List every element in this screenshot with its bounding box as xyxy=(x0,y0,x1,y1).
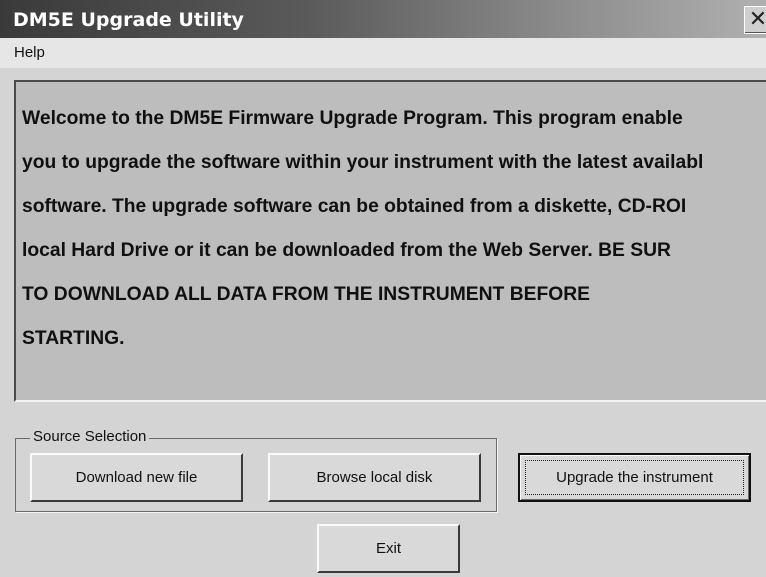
welcome-message: Welcome to the DM5E Firmware Upgrade Pro… xyxy=(22,86,766,372)
message-line: Welcome to the DM5E Firmware Upgrade Pro… xyxy=(22,108,683,129)
upgrade-instrument-label: Upgrade the instrument xyxy=(556,469,713,486)
close-button[interactable]: ✕ xyxy=(744,6,766,34)
message-line: software. The upgrade software can be ob… xyxy=(22,196,687,217)
message-line: local Hard Drive or it can be downloaded… xyxy=(22,240,671,261)
close-icon: ✕ xyxy=(748,6,766,31)
exit-button[interactable]: Exit xyxy=(317,524,460,573)
download-new-file-button[interactable]: Download new file xyxy=(30,453,243,502)
message-line: TO DOWNLOAD ALL DATA FROM THE INSTRUMENT… xyxy=(22,284,591,305)
exit-label: Exit xyxy=(375,540,401,557)
title-bar[interactable]: DM5E Upgrade Utility ✕ xyxy=(0,0,766,38)
source-selection-label: Source Selection xyxy=(30,428,150,445)
upgrade-utility-window: DM5E Upgrade Utility ✕ Help Welcome to t… xyxy=(0,0,766,577)
browse-local-disk-label: Browse local disk xyxy=(316,469,433,486)
menu-help[interactable]: Help xyxy=(14,44,45,61)
download-new-file-label: Download new file xyxy=(75,469,198,486)
window-title: DM5E Upgrade Utility xyxy=(13,9,244,31)
welcome-message-box: Welcome to the DM5E Firmware Upgrade Pro… xyxy=(14,80,766,402)
upgrade-instrument-button[interactable]: Upgrade the instrument xyxy=(518,453,751,502)
message-line: you to upgrade the software within your … xyxy=(22,152,704,173)
menu-bar: Help xyxy=(0,38,766,68)
message-line: STARTING. xyxy=(22,328,125,349)
browse-local-disk-button[interactable]: Browse local disk xyxy=(268,453,481,502)
